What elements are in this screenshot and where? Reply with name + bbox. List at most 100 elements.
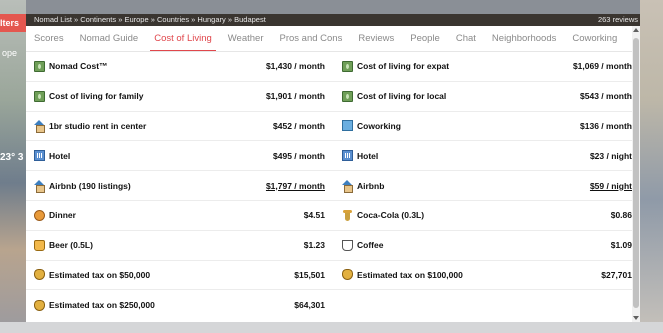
cost-label: Nomad Cost™ [49,61,108,72]
background-page-right [640,0,663,333]
scrollbar-thumb[interactable] [633,38,639,308]
cost-label: Coca-Cola (0.3L) [357,210,425,221]
money-icon [34,90,45,102]
cost-value: $1,069 / month [572,61,632,72]
table-row: Cost of living for family $1,901 / month… [26,82,640,112]
tab-weather[interactable]: Weather [220,26,272,51]
tab-reviews[interactable]: Reviews [350,26,402,51]
cost-item-airbnb-month: Airbnb (190 listings) $1,797 / month [26,171,333,200]
cost-label: Dinner [49,210,76,221]
cost-label: Airbnb (190 listings) [49,180,131,191]
cost-item-expat: Cost of living for expat $1,069 / month [333,52,640,81]
table-row: Estimated tax on $50,000 $15,501 Estimat… [26,261,640,291]
money-icon [342,60,353,72]
house-icon [34,120,45,134]
tab-scores[interactable]: Scores [26,26,72,51]
cost-item-hotel-night: Hotel $23 / night [333,141,640,170]
beer-icon [34,239,45,251]
house-icon [34,180,45,194]
tab-nomad-guide[interactable]: Nomad Guide [72,26,147,51]
cost-value: $0.86 [610,210,632,221]
cost-item-tax-100k: Estimated tax on $100,000 $27,701 [333,261,640,290]
cost-value: $452 / month [273,120,325,131]
table-row: Nomad Cost™ $1,430 / month Cost of livin… [26,52,640,82]
airbnb-month-link[interactable]: $1,797 / month [266,181,325,191]
cost-label: Hotel [49,150,71,161]
city-details-modal: Scores Nomad Guide Cost of Living Weathe… [26,26,640,322]
table-row: Beer (0.5L) $1.23 Coffee $1.09 [26,231,640,261]
tab-people[interactable]: People [402,26,448,51]
scroll-up-arrow-icon[interactable] [633,28,639,32]
cost-label: Estimated tax on $100,000 [357,269,463,280]
money-icon [342,90,353,102]
money-bag-icon [342,269,353,281]
cost-label: Cost of living for local [357,91,447,102]
cost-item-tax-50k: Estimated tax on $50,000 $15,501 [26,261,333,290]
cost-value: $1,901 / month [265,91,325,102]
cost-label: Cost of living for expat [357,61,450,72]
tab-neighborhoods[interactable]: Neighborhoods [484,26,564,51]
cost-item-nomad-cost: Nomad Cost™ $1,430 / month [26,52,333,81]
cost-value: $1.23 [303,240,325,251]
cost-item-airbnb-night: Airbnb $59 / night [333,171,640,200]
cost-label: Estimated tax on $50,000 [49,269,151,280]
table-row: Estimated tax on $250,000 $64,301 [26,290,640,320]
tab-coworking[interactable]: Coworking [564,26,625,51]
cost-label: Cost of living for family [49,91,144,102]
cost-value: $27,701 [601,269,632,280]
cost-item-beer: Beer (0.5L) $1.23 [26,231,333,260]
modal-scrollbar[interactable] [632,26,640,322]
cost-value: $4.51 [303,210,325,221]
tab-bar: Scores Nomad Guide Cost of Living Weathe… [26,26,640,52]
cost-value: $64,301 [294,300,325,311]
cost-item-local: Cost of living for local $543 / month [333,82,640,111]
money-bag-icon [34,269,45,281]
office-icon [342,120,353,132]
cost-label: 1br studio rent in center [49,120,147,131]
background-text: 23° 3 [0,152,24,163]
reviews-count[interactable]: 263 reviews [598,15,638,24]
tab-cost-of-living[interactable]: Cost of Living [146,26,220,51]
cost-value: $23 / night [589,150,632,161]
empty-cell [333,290,640,320]
cost-value: $136 / month [580,120,632,131]
background-text: ope [2,48,18,58]
cost-label: Coworking [357,120,401,131]
hotel-icon [342,150,353,162]
table-row: Hotel $495 / month Hotel $23 / night [26,141,640,172]
airbnb-night-link[interactable]: $59 / night [590,181,632,191]
table-row: Airbnb (190 listings) $1,797 / month Air… [26,171,640,201]
cost-label: Beer (0.5L) [49,240,93,251]
cost-value: $543 / month [580,91,632,102]
table-row: Dinner $4.51 Coca-Cola (0.3L) $0.86 [26,201,640,231]
cost-item-coca-cola: Coca-Cola (0.3L) $0.86 [333,201,640,230]
cost-label: Coffee [357,240,384,251]
cost-of-living-table: Nomad Cost™ $1,430 / month Cost of livin… [26,52,640,320]
scroll-down-arrow-icon[interactable] [633,316,639,320]
cost-item-coworking: Coworking $136 / month [333,112,640,141]
money-bag-icon [34,299,45,311]
hotel-icon [34,150,45,162]
table-row: 1br studio rent in center $452 / month C… [26,112,640,142]
filters-button[interactable]: Filters [0,14,26,32]
cost-value: $15,501 [294,269,325,280]
cost-item-coffee: Coffee $1.09 [333,231,640,260]
background-page-left: Filters ope 23° 3 [0,0,26,333]
cost-item-studio-rent: 1br studio rent in center $452 / month [26,112,333,141]
cola-cup-icon [342,209,353,221]
cost-item-family: Cost of living for family $1,901 / month [26,82,333,111]
cost-label: Hotel [357,150,379,161]
house-icon [342,180,353,194]
tab-pros-and-cons[interactable]: Pros and Cons [272,26,351,51]
dinner-icon [34,209,45,221]
cost-value: $1,430 / month [265,61,325,72]
tab-chat[interactable]: Chat [448,26,484,51]
cost-label: Estimated tax on $250,000 [49,300,155,311]
cost-value: $495 / month [273,150,325,161]
cost-item-hotel-month: Hotel $495 / month [26,141,333,170]
breadcrumb[interactable]: Nomad List » Continents » Europe » Count… [34,15,266,24]
cost-label: Airbnb [357,180,385,191]
coffee-icon [342,239,353,251]
background-page-bottom [0,322,663,333]
cost-item-tax-250k: Estimated tax on $250,000 $64,301 [26,290,333,320]
